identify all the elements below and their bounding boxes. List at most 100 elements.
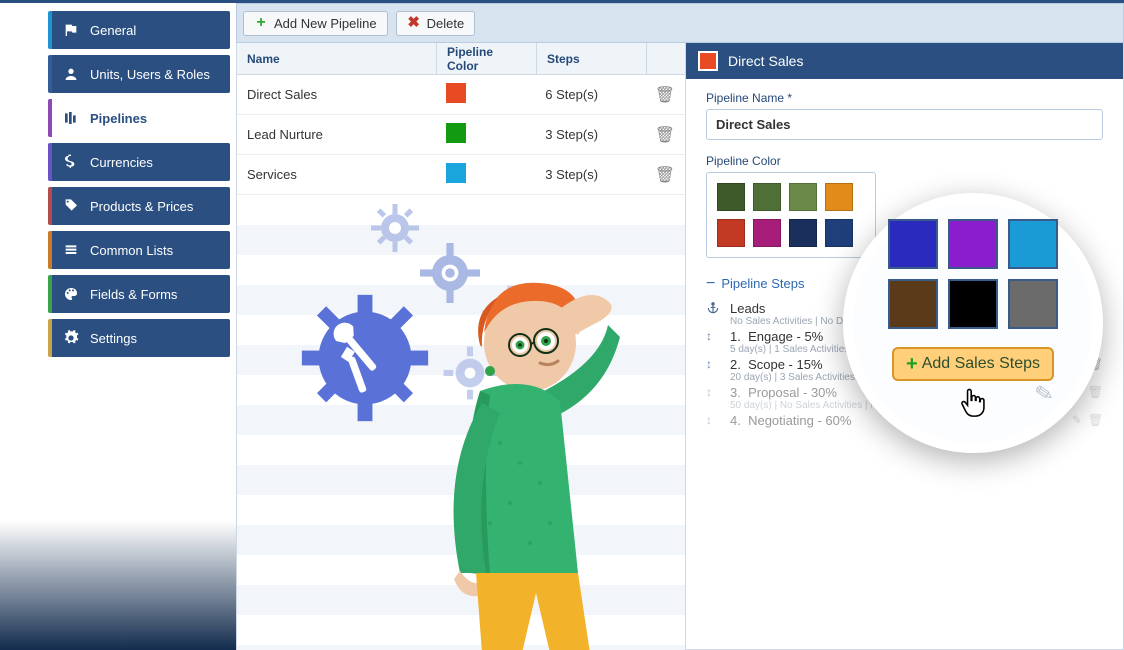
step-number: 2. xyxy=(730,357,741,372)
color-swatch[interactable] xyxy=(825,183,853,211)
cell-steps: 3 Step(s) xyxy=(535,127,644,142)
color-swatch[interactable] xyxy=(789,219,817,247)
trash-icon[interactable]: 🗑 xyxy=(655,167,675,184)
sidebar-item-label: Units, Users & Roles xyxy=(90,67,210,82)
pipeline-detail-panel: Direct Sales Pipeline Name * Pipeline Co… xyxy=(686,43,1124,650)
button-label: Add New Pipeline xyxy=(274,16,377,31)
color-swatch[interactable] xyxy=(753,219,781,247)
table-row[interactable]: Services 3 Step(s) 🗑 xyxy=(237,155,685,195)
step-number: 1. xyxy=(730,329,741,344)
collapse-toggle-icon[interactable]: − xyxy=(706,278,715,290)
color-palette xyxy=(706,172,876,258)
pipeline-name-input[interactable] xyxy=(706,109,1103,140)
sidebar-item-products-prices[interactable]: Products & Prices xyxy=(48,187,230,225)
sidebar-item-general[interactable]: General xyxy=(48,11,230,49)
pipeline-color-label: Pipeline Color xyxy=(706,154,1103,168)
sidebar-item-label: General xyxy=(90,23,136,38)
detail-title: Direct Sales xyxy=(728,53,803,69)
plus-icon: + xyxy=(254,16,268,30)
x-icon: ✖ xyxy=(407,16,421,30)
delete-button[interactable]: ✖ Delete xyxy=(396,11,476,36)
pencil-icon: ✎ xyxy=(1032,380,1055,409)
sort-handle-icon[interactable]: ↕ xyxy=(706,357,720,371)
sidebar-item-label: Products & Prices xyxy=(90,199,193,214)
sidebar-item-currencies[interactable]: Currencies xyxy=(48,143,230,181)
dollar-icon xyxy=(62,154,80,170)
list-icon xyxy=(62,242,80,258)
column-header-actions xyxy=(647,43,685,74)
column-header-name[interactable]: Name xyxy=(237,43,437,74)
sidebar-item-label: Fields & Forms xyxy=(90,287,177,302)
table-header: Name Pipeline Color Steps xyxy=(237,43,685,75)
section-label: Pipeline Steps xyxy=(721,276,804,291)
step-title: Negotiating - 60% xyxy=(748,413,851,428)
plus-icon: + xyxy=(906,356,918,372)
sort-handle-icon[interactable]: ↕ xyxy=(706,413,720,427)
step-title: Engage - 5% xyxy=(748,329,823,344)
button-label: Add Sales Steps xyxy=(922,355,1040,373)
color-swatch[interactable] xyxy=(753,183,781,211)
palette-icon xyxy=(62,286,80,302)
pointer-cursor-icon xyxy=(958,387,988,428)
column-header-color[interactable]: Pipeline Color xyxy=(437,43,537,74)
color-swatch[interactable] xyxy=(1008,219,1058,269)
sidebar-item-settings[interactable]: Settings xyxy=(48,319,230,357)
sidebar-item-label: Common Lists xyxy=(90,243,173,258)
sort-handle-icon[interactable]: ↕ xyxy=(706,385,720,399)
button-label: Delete xyxy=(427,16,465,31)
cell-color xyxy=(436,123,535,146)
cell-name: Lead Nurture xyxy=(237,127,436,142)
color-swatch[interactable] xyxy=(825,219,853,247)
sidebar-item-fields-forms[interactable]: Fields & Forms xyxy=(48,275,230,313)
step-number: 3. xyxy=(730,385,741,400)
color-swatch[interactable] xyxy=(888,219,938,269)
sidebar-item-pipelines[interactable]: Pipelines xyxy=(48,99,230,137)
cell-color xyxy=(436,83,535,106)
pipeline-table: Name Pipeline Color Steps Direct Sales 6… xyxy=(236,43,686,650)
color-swatch xyxy=(446,83,466,103)
step-number: 4. xyxy=(730,413,741,428)
color-swatch xyxy=(446,123,466,143)
pencil-icon[interactable]: ✎ xyxy=(1072,413,1082,427)
table-row[interactable]: Lead Nurture 3 Step(s) 🗑 xyxy=(237,115,685,155)
color-swatch[interactable] xyxy=(888,279,938,329)
trash-icon[interactable]: 🗑 xyxy=(1088,413,1103,427)
trash-icon[interactable]: 🗑 xyxy=(655,87,675,104)
table-row[interactable]: Direct Sales 6 Step(s) 🗑 xyxy=(237,75,685,115)
step-title: Scope - 15% xyxy=(748,357,822,372)
cell-steps: 6 Step(s) xyxy=(535,87,644,102)
toolbar: + Add New Pipeline ✖ Delete xyxy=(236,3,1124,43)
main-panel: + Add New Pipeline ✖ Delete Name Pipelin… xyxy=(236,3,1124,650)
users-icon xyxy=(62,66,80,82)
cell-color xyxy=(436,163,535,186)
header-color-swatch xyxy=(698,51,718,71)
sidebar-item-label: Settings xyxy=(90,331,137,346)
cell-name: Services xyxy=(237,167,436,182)
sidebar-item-units-users-roles[interactable]: Units, Users & Roles xyxy=(48,55,230,93)
price-tag-icon xyxy=(62,198,80,214)
color-swatch[interactable] xyxy=(717,219,745,247)
sidebar-item-common-lists[interactable]: Common Lists xyxy=(48,231,230,269)
zoom-color-palette xyxy=(888,219,1058,329)
column-header-steps[interactable]: Steps xyxy=(537,43,647,74)
color-swatch[interactable] xyxy=(1008,279,1058,329)
pipeline-name-label: Pipeline Name * xyxy=(706,91,1103,105)
cell-name: Direct Sales xyxy=(237,87,436,102)
color-swatch[interactable] xyxy=(948,279,998,329)
sort-handle-icon[interactable]: ↕ xyxy=(706,329,720,343)
color-swatch xyxy=(446,163,466,183)
trash-icon[interactable]: 🗑 xyxy=(1088,385,1103,399)
zoom-lens-overlay: + Add Sales Steps ✎ xyxy=(843,193,1103,453)
sidebar-item-label: Pipelines xyxy=(90,111,147,126)
empty-rows-area xyxy=(237,195,685,650)
trash-icon[interactable]: 🗑 xyxy=(655,127,675,144)
color-swatch[interactable] xyxy=(789,183,817,211)
add-sales-steps-button[interactable]: + Add Sales Steps xyxy=(892,347,1054,381)
detail-header: Direct Sales xyxy=(686,43,1123,79)
sidebar-item-label: Currencies xyxy=(90,155,153,170)
color-swatch[interactable] xyxy=(948,219,998,269)
add-new-pipeline-button[interactable]: + Add New Pipeline xyxy=(243,11,388,36)
cell-steps: 3 Step(s) xyxy=(535,167,644,182)
color-swatch[interactable] xyxy=(717,183,745,211)
step-title: Proposal - 30% xyxy=(748,385,837,400)
